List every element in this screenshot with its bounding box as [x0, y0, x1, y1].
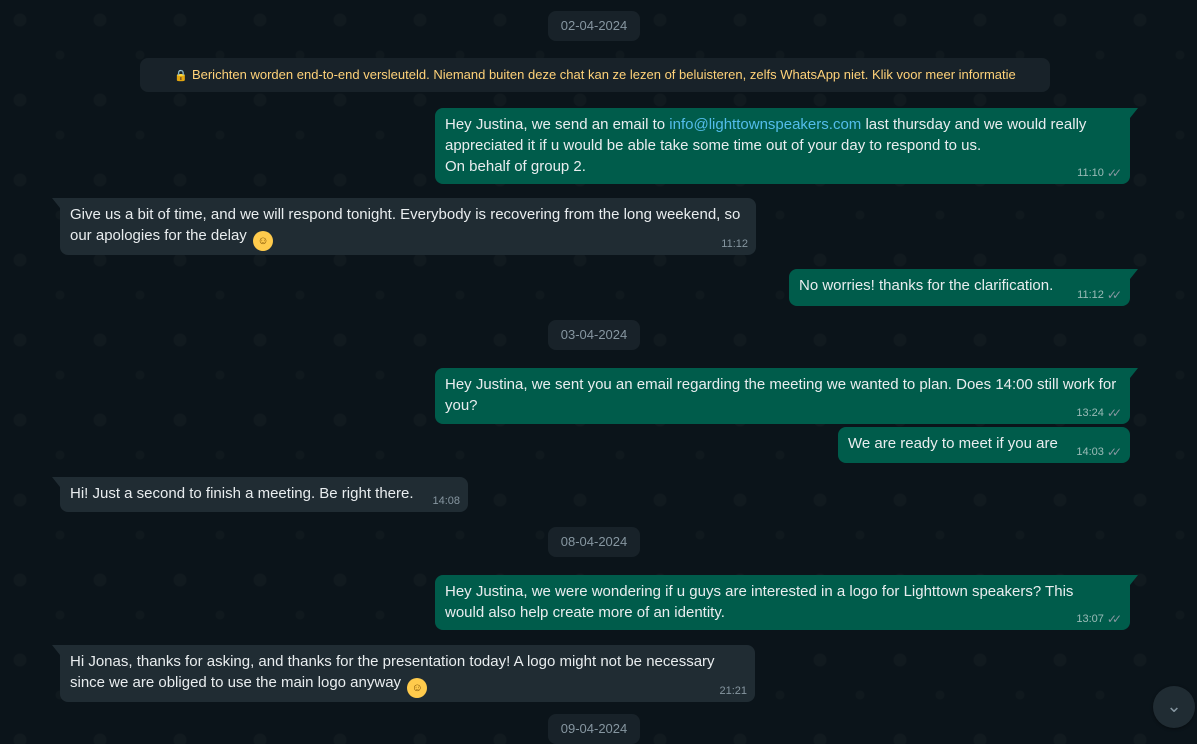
message-meta: 11:10 ✓✓: [1077, 166, 1122, 180]
relieved-face-emoji: ☺: [252, 231, 273, 251]
message-bubble-outgoing[interactable]: Hey Justina, we were wondering if u guys…: [435, 575, 1138, 630]
message-text: Hey Justina, we sent you an email regard…: [445, 374, 1125, 416]
message-text-part: We are ready to meet if you are: [848, 435, 1058, 452]
message-meta: 11:12 ✓✓: [1077, 288, 1122, 302]
message-bubble-incoming[interactable]: Hi Jonas, thanks for asking, and thanks …: [52, 645, 755, 702]
message-meta: 14:03 ✓✓: [1076, 445, 1122, 459]
message-time: 14:08: [432, 495, 460, 507]
chat-message-pane[interactable]: 02-04-2024 🔒 Berichten worden end-to-end …: [0, 0, 1197, 744]
message-meta: 11:12: [721, 237, 748, 251]
message-bubble-outgoing[interactable]: No worries! thanks for the clarification…: [789, 269, 1138, 306]
message-text: Hi! Just a second to finish a meeting. B…: [70, 483, 458, 504]
message-time: 13:07: [1076, 613, 1104, 625]
message-bubble-incoming[interactable]: Hi! Just a second to finish a meeting. B…: [52, 477, 468, 512]
scroll-to-bottom-button[interactable]: ⌄: [1153, 686, 1195, 728]
email-link[interactable]: info@lighttownspeakers.com: [669, 116, 861, 133]
message-time: 13:24: [1076, 407, 1104, 419]
message-text-part: Give us a bit of time, and we will respo…: [70, 206, 741, 244]
message-time: 11:12: [1077, 289, 1104, 301]
message-text-part: Hey Justina, we send an email to: [445, 116, 670, 133]
message-text: Hey Justina, we send an email to info@li…: [445, 114, 1117, 177]
message-bubble-outgoing[interactable]: We are ready to meet if you are 14:03 ✓✓: [838, 427, 1130, 463]
message-bubble-incoming[interactable]: Give us a bit of time, and we will respo…: [52, 198, 756, 255]
relieved-face-emoji: ☺: [407, 678, 428, 698]
message-text-part: Hey Justina, we were wondering if u guys…: [445, 583, 1074, 621]
message-text: Hi Jonas, thanks for asking, and thanks …: [70, 651, 740, 698]
message-text: No worries! thanks for the clarification…: [799, 275, 1120, 296]
message-time: 21:21: [719, 685, 747, 697]
encryption-notice[interactable]: 🔒 Berichten worden end-to-end versleuteld…: [140, 58, 1050, 92]
message-text-part: No worries! thanks for the clarification…: [799, 277, 1054, 294]
message-bubble-outgoing[interactable]: Hey Justina, we send an email to info@li…: [435, 108, 1138, 184]
message-text-part: Hey Justina, we sent you an email regard…: [445, 376, 1117, 414]
date-separator: 09-04-2024: [548, 714, 640, 744]
date-separator: 02-04-2024: [548, 11, 640, 41]
message-time: 11:12: [721, 238, 748, 250]
message-text-part: Hi Jonas, thanks for asking, and thanks …: [70, 653, 715, 691]
message-meta: 21:21: [719, 684, 747, 698]
date-separator: 03-04-2024: [548, 320, 640, 350]
double-check-icon: ✓✓: [1106, 445, 1122, 459]
double-check-icon: ✓✓: [1106, 406, 1122, 420]
date-separator: 08-04-2024: [548, 527, 640, 557]
chevron-down-icon: ⌄: [1166, 696, 1182, 716]
lock-icon: 🔒: [174, 70, 188, 82]
encryption-notice-text: Berichten worden end-to-end versleuteld.…: [191, 67, 1016, 82]
message-meta: 14:08: [432, 494, 460, 508]
message-text: Hey Justina, we were wondering if u guys…: [445, 581, 1115, 623]
message-text-part: Hi! Just a second to finish a meeting. B…: [70, 485, 414, 502]
double-check-icon: ✓✓: [1106, 166, 1122, 180]
message-meta: 13:24 ✓✓: [1076, 406, 1122, 420]
message-time: 14:03: [1076, 446, 1104, 458]
double-check-icon: ✓✓: [1106, 612, 1122, 626]
message-text-part: On behalf of group 2.: [445, 158, 586, 175]
message-meta: 13:07 ✓✓: [1076, 612, 1122, 626]
message-text: Give us a bit of time, and we will respo…: [70, 204, 755, 251]
message-bubble-outgoing[interactable]: Hey Justina, we sent you an email regard…: [435, 368, 1138, 424]
double-check-icon: ✓✓: [1106, 288, 1122, 302]
message-time: 11:10: [1077, 167, 1104, 179]
